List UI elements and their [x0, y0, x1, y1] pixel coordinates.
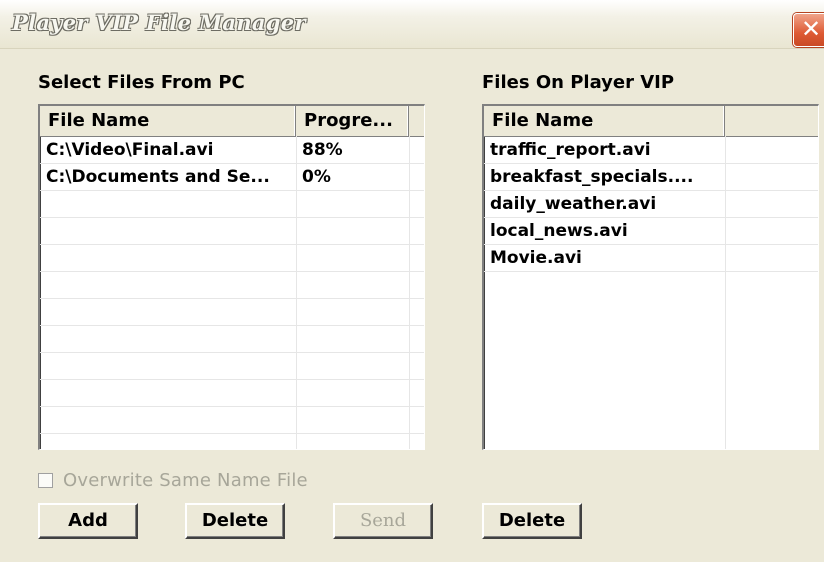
file-name-cell: C:\Documents and Se...	[46, 167, 270, 187]
player-files-header: File Name	[484, 106, 818, 137]
pc-files-list[interactable]: File Name Progre... C:\Video\Final.avi 8…	[38, 104, 425, 450]
empty-row	[40, 299, 424, 326]
file-manager-window: Player VIP File Manager ✕ Select Files F…	[0, 0, 824, 562]
empty-row	[40, 272, 424, 299]
overwrite-label: Overwrite Same Name File	[63, 470, 308, 491]
pc-files-header: File Name Progre...	[40, 106, 424, 137]
file-name-cell: C:\Video\Final.avi	[46, 140, 214, 160]
title-bar[interactable]: Player VIP File Manager ✕	[0, 0, 824, 49]
empty-row	[40, 191, 424, 218]
list-item[interactable]: traffic_report.avi	[484, 137, 818, 164]
file-name-cell: daily_weather.avi	[490, 194, 657, 214]
file-name-cell: Movie.avi	[490, 248, 582, 268]
column-extra[interactable]	[409, 106, 424, 136]
delete-pc-file-button[interactable]: Delete	[185, 503, 285, 539]
add-button[interactable]: Add	[38, 503, 138, 539]
file-name-cell: local_news.avi	[490, 221, 628, 241]
close-icon: ✕	[800, 15, 822, 43]
overwrite-checkbox[interactable]	[38, 473, 53, 488]
empty-row	[40, 326, 424, 353]
player-files-list[interactable]: File Name traffic_report.avi breakfast_s…	[482, 104, 819, 450]
column-extra[interactable]	[725, 106, 818, 136]
empty-row	[40, 218, 424, 245]
empty-row	[484, 272, 818, 299]
list-item[interactable]: local_news.avi	[484, 218, 818, 245]
progress-cell: 0%	[302, 167, 331, 187]
list-item[interactable]: breakfast_specials....	[484, 164, 818, 191]
send-button[interactable]: Send	[333, 503, 433, 539]
empty-row	[40, 407, 424, 434]
table-row[interactable]: C:\Documents and Se... 0%	[40, 164, 424, 191]
delete-player-file-button[interactable]: Delete	[482, 503, 582, 539]
file-name-cell: traffic_report.avi	[490, 140, 651, 160]
list-item[interactable]: daily_weather.avi	[484, 191, 818, 218]
list-item[interactable]: Movie.avi	[484, 245, 818, 272]
file-name-cell: breakfast_specials....	[490, 167, 694, 187]
progress-cell: 88%	[302, 140, 343, 160]
column-file-name[interactable]: File Name	[40, 106, 296, 136]
left-panel-label: Select Files From PC	[38, 72, 245, 93]
right-panel-label: Files On Player VIP	[482, 72, 675, 93]
close-button[interactable]: ✕	[793, 13, 824, 47]
empty-row	[40, 380, 424, 407]
empty-row	[40, 353, 424, 380]
window-title: Player VIP File Manager	[12, 10, 306, 35]
column-file-name[interactable]: File Name	[484, 106, 725, 136]
column-progress[interactable]: Progre...	[296, 106, 409, 136]
empty-row	[40, 245, 424, 272]
table-row[interactable]: C:\Video\Final.avi 88%	[40, 137, 424, 164]
